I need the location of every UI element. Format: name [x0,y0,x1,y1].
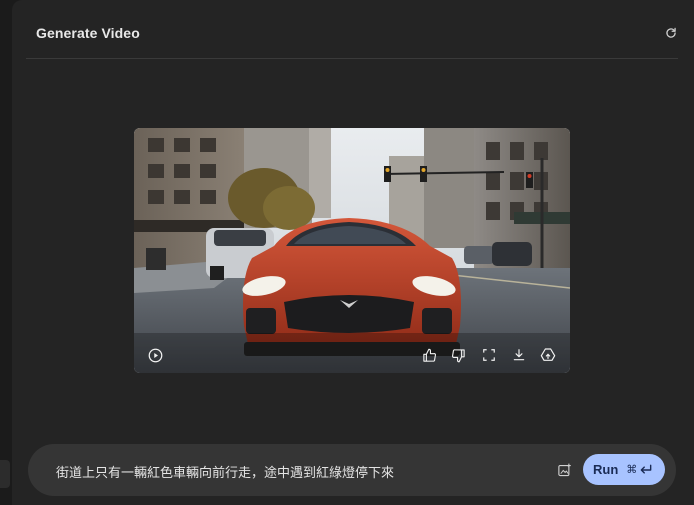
play-icon [148,348,162,362]
drive-upload-icon [540,348,556,361]
prompt-input[interactable]: 街道上只有一輛紅色車輛向前行走，途中遇到紅綠燈停下來 [56,462,394,481]
thumbs-up-button[interactable] [420,346,438,364]
video-player[interactable] [134,128,570,373]
add-image-icon [557,463,571,476]
thumbs-up-icon [422,348,436,362]
save-to-drive-button[interactable] [539,346,557,364]
download-button[interactable] [510,346,528,364]
generate-video-panel: Generate Video 街道上只有一輛紅色車輛向前行走，途中遇到紅綠燈停下… [12,0,694,505]
page-title: Generate Video [36,25,140,41]
fullscreen-icon [483,349,495,361]
run-label: Run [593,462,619,477]
panel-header: Generate Video [12,0,694,59]
run-button[interactable]: Run ⌘ [583,454,665,485]
fullscreen-button[interactable] [480,346,498,364]
thumbs-down-icon [451,348,465,362]
play-button[interactable] [146,346,164,364]
refresh-icon [666,27,676,38]
enter-icon [640,464,652,474]
prompt-bar[interactable]: 街道上只有一輛紅色車輛向前行走，途中遇到紅綠燈停下來 Run ⌘ [28,444,676,496]
thumbs-down-button[interactable] [449,346,467,364]
refresh-button[interactable] [662,24,680,42]
download-icon [513,349,525,361]
header-divider [26,58,678,59]
add-image-button[interactable] [554,460,574,480]
video-controls [134,333,570,373]
side-edge [0,460,10,488]
command-key: ⌘ [626,464,638,476]
run-shortcut: ⌘ [626,463,653,476]
